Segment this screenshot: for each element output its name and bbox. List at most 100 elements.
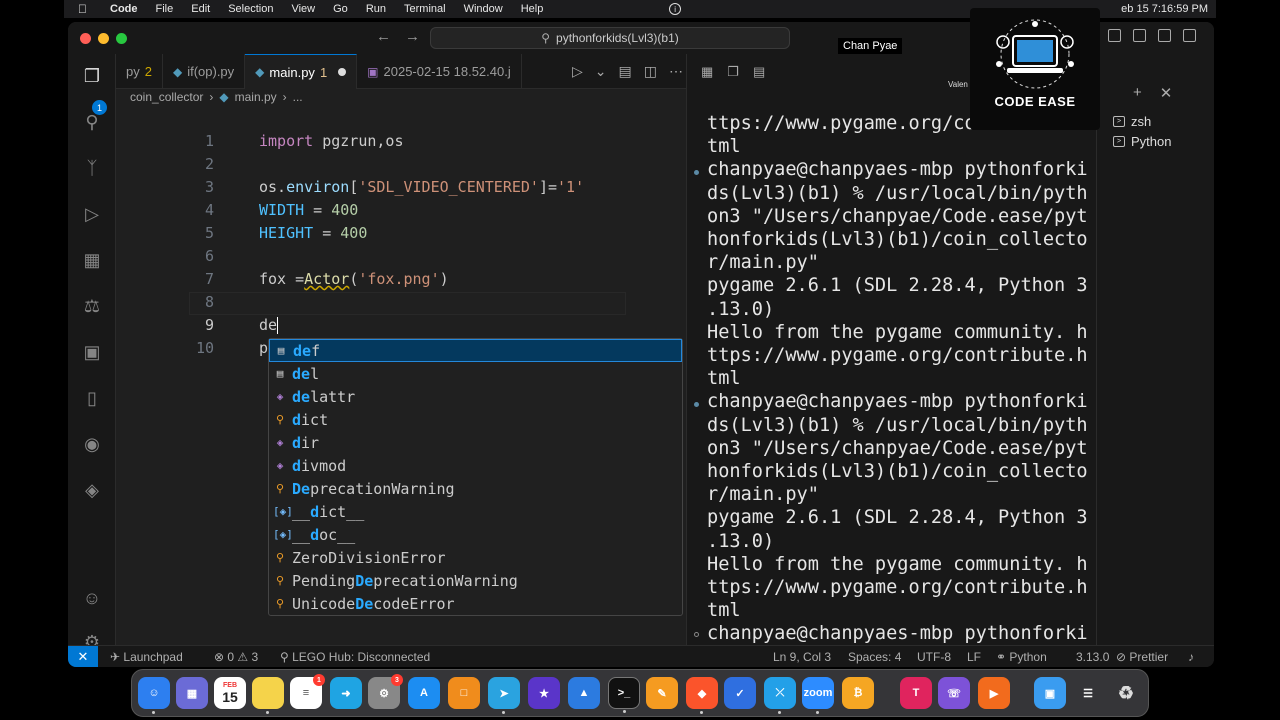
keynote-app-icon[interactable]: ▲ [568, 677, 600, 709]
app-store-app-icon[interactable]: A [408, 677, 440, 709]
forward-arrow-icon[interactable]: → [405, 28, 420, 45]
problems-status[interactable]: ⊗ 0 ⚠ 3 [214, 650, 258, 664]
zoom-app-icon[interactable]: zoom [802, 677, 834, 714]
testing-icon[interactable]: ⚖ [80, 294, 104, 318]
migration-app-icon[interactable]: ➜ [330, 677, 362, 709]
minimize-window-button[interactable] [98, 33, 109, 44]
menu-view[interactable]: View [291, 3, 315, 15]
source-control-icon[interactable]: ᛉ [80, 156, 104, 180]
trash-icon[interactable]: ♻ [1110, 677, 1142, 709]
toggle-panel-icon[interactable] [1133, 29, 1146, 42]
github-icon[interactable]: ◉ [80, 432, 104, 456]
timeline-icon[interactable]: ◈ [80, 478, 104, 502]
menu-app-name[interactable]: Code [110, 3, 138, 15]
menu-window[interactable]: Window [464, 3, 503, 15]
terminal-icon[interactable]: ▦ [701, 64, 713, 80]
t-app-icon[interactable]: T [900, 677, 932, 709]
menu-terminal[interactable]: Terminal [404, 3, 446, 15]
tab-py[interactable]: py 2 [116, 54, 163, 89]
explorer-icon[interactable]: ❐ [80, 64, 104, 88]
command-center-search[interactable]: ⚲ pythonforkids(Lvl3)(b1) [430, 27, 790, 49]
new-terminal-icon[interactable]: + [1133, 84, 1142, 102]
launchpad-status[interactable]: ✈ Launchpad [110, 650, 183, 664]
remote-explorer-icon[interactable]: ▣ [80, 340, 104, 364]
tasks-app-icon[interactable]: ✓ [724, 677, 756, 709]
debug-console-icon[interactable]: ❐ [727, 64, 739, 80]
suggestion-item[interactable]: ⚲ ZeroDivisionError [269, 546, 682, 569]
customize-layout-icon[interactable] [1183, 29, 1196, 42]
terminal-app-icon[interactable]: >_ [608, 677, 640, 713]
maximize-window-button[interactable] [116, 33, 127, 44]
cursor-position[interactable]: Ln 9, Col 3 [773, 650, 831, 664]
ports-icon[interactable]: ▤ [753, 64, 765, 80]
python-version[interactable]: 3.13.0 [1076, 650, 1109, 664]
more-actions-icon[interactable]: ⋯ [669, 63, 683, 80]
system-settings-app-icon[interactable]: ⚙ 3 [368, 674, 403, 709]
menu-selection[interactable]: Selection [228, 3, 273, 15]
bitcoin-app-icon[interactable]: ₿ [842, 677, 874, 709]
apple-icon[interactable]:  [78, 2, 92, 16]
unsaved-dot-icon[interactable] [338, 68, 347, 76]
suggestion-item[interactable]: ◈ divmod [269, 454, 682, 477]
close-panel-icon[interactable]: ✕ [1160, 84, 1173, 102]
media-player-app-icon[interactable]: ▶ [978, 677, 1010, 709]
run-python-file-icon[interactable]: ▷ [572, 63, 583, 80]
menu-edit[interactable]: Edit [191, 3, 210, 15]
suggestion-item[interactable]: ▤ def [269, 339, 682, 362]
breadcrumb-symbol[interactable]: ... [293, 90, 303, 104]
menu-help[interactable]: Help [521, 3, 544, 15]
breadcrumb-file[interactable]: main.py [235, 90, 277, 104]
lego-hub-status[interactable]: ⚲ LEGO Hub: Disconnected [280, 650, 430, 664]
terminal-session-python[interactable]: > Python [1113, 134, 1171, 149]
language-mode[interactable]: ⚭ Python [996, 650, 1047, 664]
tab-if-op[interactable]: ◆ if(op).py [163, 54, 246, 89]
toggle-primary-sidebar-icon[interactable] [1108, 29, 1121, 42]
downloads-folder-icon[interactable]: ▣ [1034, 677, 1066, 709]
suggestion-item[interactable]: ⚲ UnicodeDecodeError [269, 592, 682, 615]
suggestion-item[interactable]: [◈] __dict__ [269, 500, 682, 523]
device-icon[interactable]: ▯ [80, 386, 104, 410]
terminal-output[interactable]: ttps://www.pygame.org/co tml chanpyae@chan… [707, 112, 1092, 667]
breadcrumb-folder[interactable]: coin_collector [130, 90, 203, 104]
terminal-panel[interactable]: ▦ ❐ ▤ ttps://www.pygame.org/co tml chanpya… [686, 54, 1096, 667]
suggestion-item[interactable]: ⚲ PendingDeprecationWarning [269, 569, 682, 592]
account-icon[interactable]: ☺ [80, 586, 104, 610]
close-window-button[interactable] [80, 33, 91, 44]
notes-app-icon[interactable] [252, 677, 284, 714]
vscode-app-icon[interactable]: ⤫ [764, 677, 796, 714]
books-app-icon[interactable]: □ [448, 677, 480, 709]
telegram-app-icon[interactable]: ➤ [488, 677, 520, 714]
notifications-bell-icon[interactable]: ♪ [1188, 650, 1194, 664]
eol-status[interactable]: LF [967, 650, 981, 664]
menubar-clock[interactable]: eb 15 7:16:59 PM [1121, 3, 1208, 15]
brave-browser-app-icon[interactable]: ◆ [686, 677, 718, 714]
encoding-status[interactable]: UTF-8 [917, 650, 951, 664]
reminders-app-icon[interactable]: ≡ 1 [290, 674, 325, 709]
tab-image[interactable]: ▣ 2025-02-15 18.52.40.j [357, 54, 522, 89]
open-changes-icon[interactable]: ▤ [619, 63, 632, 80]
remote-indicator-icon[interactable]: ✕ [68, 646, 98, 667]
suggestion-item[interactable]: ▤ del [269, 362, 682, 385]
menu-file[interactable]: File [156, 3, 174, 15]
info-icon[interactable]: i [669, 3, 682, 15]
calendar-app-icon[interactable]: FEB 15 [214, 677, 246, 709]
run-debug-icon[interactable]: ▷ [80, 202, 104, 226]
indentation-status[interactable]: Spaces: 4 [848, 650, 901, 664]
prettier-status[interactable]: ⊘ Prettier [1116, 650, 1168, 664]
extensions-icon[interactable]: ▦ [80, 248, 104, 272]
menu-run[interactable]: Run [366, 3, 386, 15]
back-arrow-icon[interactable]: ← [376, 28, 391, 45]
suggestion-item[interactable]: [◈] __doc__ [269, 523, 682, 546]
documents-stack-icon[interactable]: ☰ [1072, 677, 1104, 709]
tab-main-py[interactable]: ◆ main.py 1 [245, 54, 358, 89]
toggle-secondary-sidebar-icon[interactable] [1158, 29, 1171, 42]
pages-app-icon[interactable]: ✎ [646, 677, 678, 709]
suggestion-item[interactable]: ⚲ DeprecationWarning [269, 477, 682, 500]
suggestion-item[interactable]: ⚲ dict [269, 408, 682, 431]
suggestion-item[interactable]: ◈ dir [269, 431, 682, 454]
autocomplete-suggestions[interactable]: ▤ def ▤ del ◈ delattr ⚲ dict ◈ dir ◈ divmod ⚲ Depreca… [268, 338, 683, 616]
terminal-session-zsh[interactable]: > zsh [1113, 114, 1151, 129]
search-icon[interactable]: ⚲ [80, 110, 104, 134]
viber-app-icon[interactable]: ☏ [938, 677, 970, 709]
imovie-star-app-icon[interactable]: ★ [528, 677, 560, 709]
